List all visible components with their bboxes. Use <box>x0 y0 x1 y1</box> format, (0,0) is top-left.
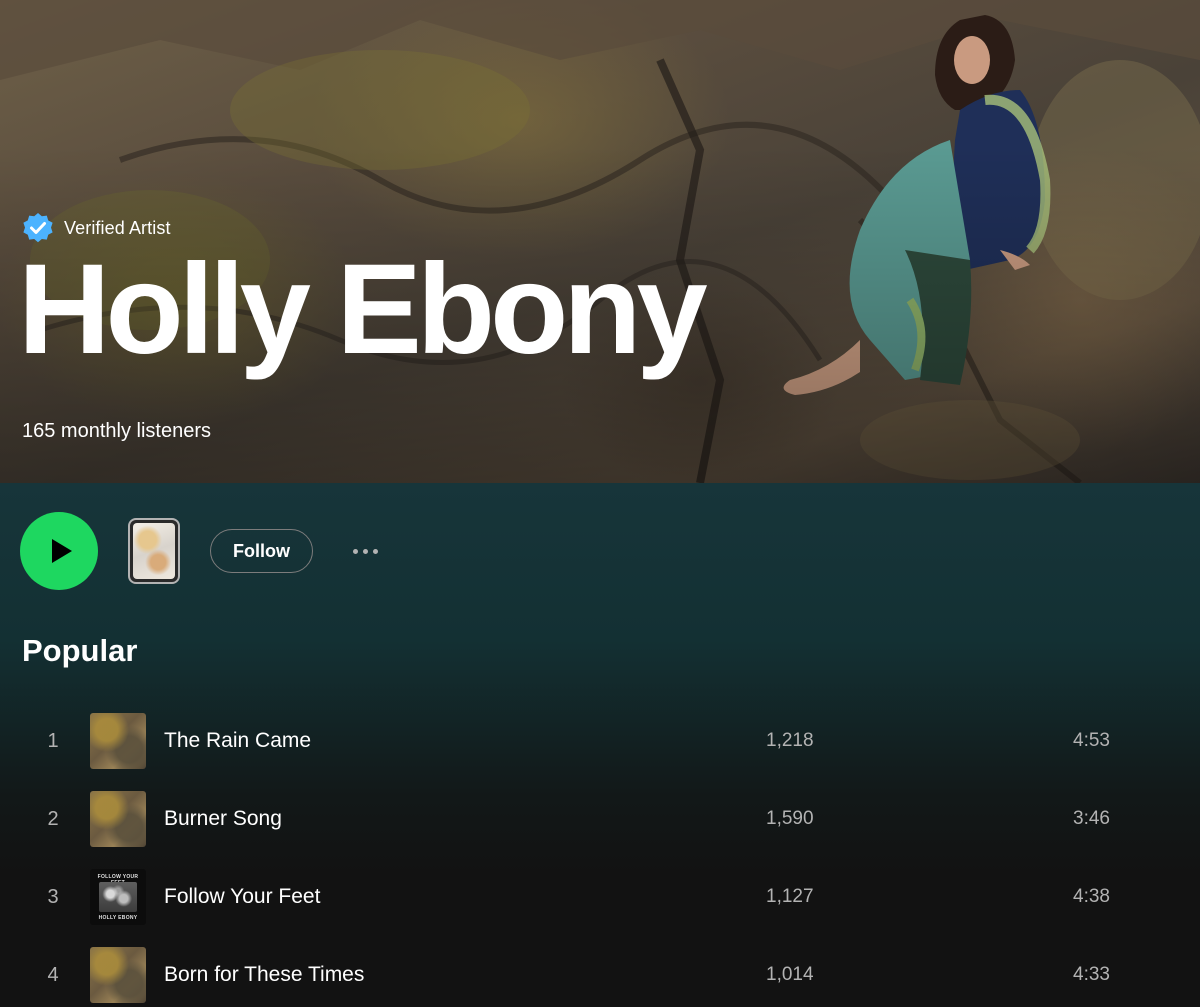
cover-artist-text: HOLLY EBONY <box>98 915 138 921</box>
more-horizontal-icon <box>352 548 358 554</box>
track-title[interactable]: The Rain Came <box>164 729 724 753</box>
monthly-listeners-count: 165 monthly listeners <box>22 420 211 442</box>
artist-preview-thumbnail[interactable] <box>128 518 180 584</box>
artist-page: Verified Artist Holly Ebony 165 monthly … <box>0 0 1200 1007</box>
track-cover-image <box>90 947 146 1003</box>
play-button[interactable] <box>20 512 98 590</box>
track-duration: 4:33 <box>1073 964 1110 985</box>
track-play-count: 1,014 <box>766 964 814 985</box>
track-row[interactable]: 4 Born for These Times 1,014 4:33 <box>20 936 1180 1007</box>
track-cover-image <box>90 713 146 769</box>
cover-illustration <box>99 882 137 912</box>
track-number: 4 <box>47 963 59 986</box>
track-title[interactable]: Born for These Times <box>164 963 724 987</box>
track-cover-image <box>90 791 146 847</box>
artist-hero-banner: Verified Artist Holly Ebony 165 monthly … <box>0 0 1200 483</box>
verified-artist-label: Verified Artist <box>64 217 171 238</box>
more-horizontal-icon <box>372 548 378 554</box>
more-horizontal-icon <box>362 548 368 554</box>
preview-image <box>133 523 175 579</box>
artist-name-title: Holly Ebony <box>18 238 708 381</box>
more-options-button[interactable] <box>345 531 385 571</box>
track-play-count: 1,127 <box>766 886 814 907</box>
track-row[interactable]: 2 Burner Song 1,590 3:46 <box>20 780 1180 858</box>
popular-tracks-list: 1 The Rain Came 1,218 4:53 2 Burner Song… <box>20 702 1180 1007</box>
track-cover-image: FOLLOW YOUR FEET HOLLY EBONY <box>90 869 146 925</box>
track-play-count: 1,218 <box>766 730 814 751</box>
follow-button[interactable]: Follow <box>210 529 313 573</box>
action-bar: Follow <box>20 511 385 591</box>
track-duration: 4:38 <box>1073 886 1110 907</box>
track-row[interactable]: 1 The Rain Came 1,218 4:53 <box>20 702 1180 780</box>
popular-section-title: Popular <box>22 633 138 668</box>
track-row[interactable]: 3 FOLLOW YOUR FEET HOLLY EBONY Follow Yo… <box>20 858 1180 936</box>
track-number: 2 <box>47 807 59 830</box>
track-title[interactable]: Burner Song <box>164 807 724 831</box>
track-play-count: 1,590 <box>766 808 814 829</box>
track-number: 1 <box>47 729 59 752</box>
track-duration: 3:46 <box>1073 808 1110 829</box>
track-title[interactable]: Follow Your Feet <box>164 885 724 909</box>
track-duration: 4:53 <box>1073 730 1110 751</box>
artist-content-area: Follow Popular 1 The Rain Came 1,218 4:5… <box>0 483 1200 1007</box>
track-number: 3 <box>47 885 59 908</box>
play-icon <box>51 539 72 563</box>
